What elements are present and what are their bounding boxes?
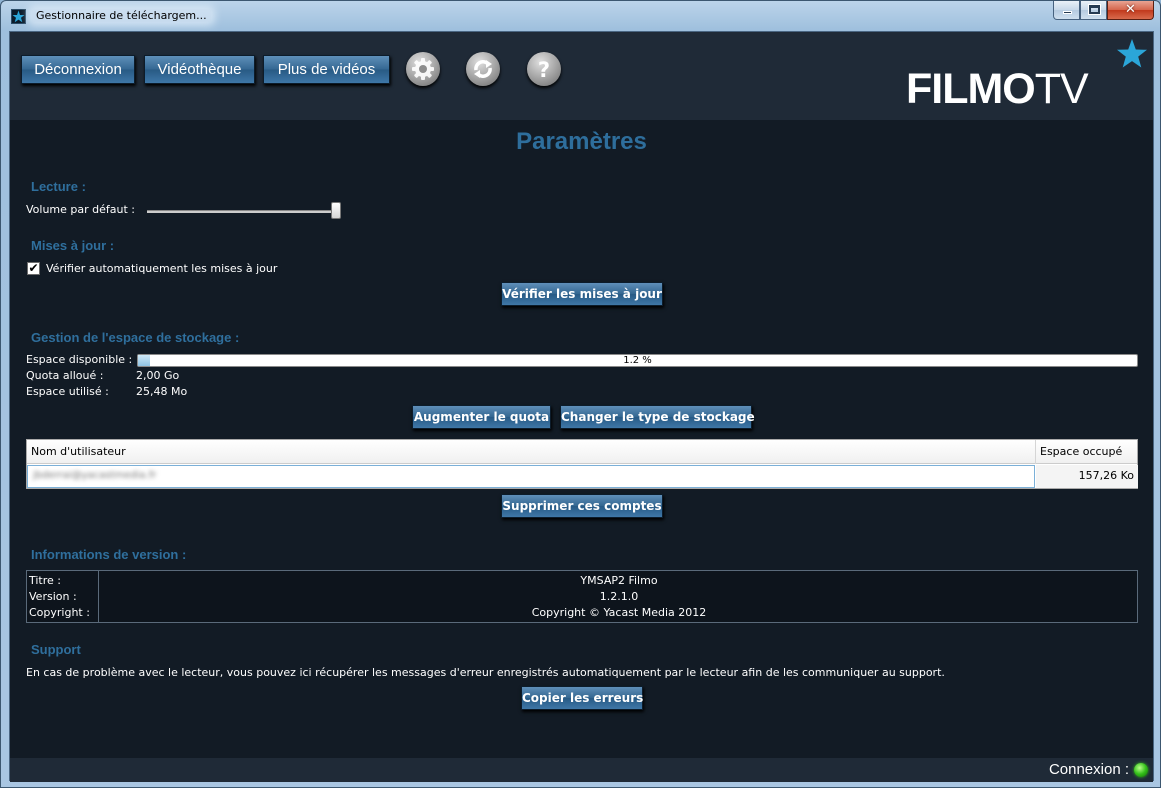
app-window: Gestionnaire de téléchargem... ✕ Déconne…	[0, 0, 1161, 788]
support-description: En cas de problème avec le lecteur, vous…	[26, 666, 945, 679]
close-icon: ✕	[1125, 2, 1136, 17]
connection-status-led-icon	[1134, 763, 1148, 777]
lecture-section-title: Lecture :	[31, 179, 86, 194]
minimize-icon	[1063, 11, 1072, 14]
help-icon[interactable]: ?	[527, 52, 561, 86]
window-title: Gestionnaire de téléchargem...	[32, 9, 211, 22]
version-section-title: Informations de version :	[31, 547, 187, 562]
copy-errors-button[interactable]: Copier les erreurs	[521, 686, 643, 710]
version-number-label: Version :	[29, 590, 77, 603]
svg-text:?: ?	[538, 58, 550, 82]
filmotv-logo: FILMOTV	[903, 62, 1143, 112]
accounts-table: Nom d'utilisateur Espace occupé jbderrai…	[26, 439, 1138, 489]
table-row[interactable]: jbderrai@yacastmedia.fr 157,26 Ko	[27, 465, 1138, 488]
auto-update-label: Vérifier automatiquement les mises à jou…	[46, 262, 278, 275]
checkmark-icon: ✔	[28, 261, 39, 275]
quota-value: 2,00 Go	[136, 369, 180, 382]
header-bar: Déconnexion Vidéothèque Plus de vidéos ?…	[10, 32, 1153, 120]
storage-section-title: Gestion de l'espace de stockage :	[31, 330, 240, 345]
version-number-value: 1.2.1.0	[599, 590, 639, 603]
column-header-space[interactable]: Espace occupé	[1040, 445, 1122, 458]
increase-quota-button[interactable]: Augmenter le quota	[412, 405, 551, 429]
version-title-value: YMSAP2 Filmo	[580, 574, 658, 587]
version-info-table: Titre : Version : Copyright : YMSAP2 Fil…	[26, 570, 1138, 623]
column-separator	[1035, 440, 1036, 464]
version-copyright-label: Copyright :	[29, 606, 90, 619]
updates-section-title: Mises à jour :	[31, 238, 115, 253]
table-cell-space[interactable]: 157,26 Ko	[1036, 465, 1138, 488]
logout-button[interactable]: Déconnexion	[21, 55, 135, 84]
app-star-icon	[11, 9, 26, 24]
table-header: Nom d'utilisateur Espace occupé	[27, 440, 1137, 464]
storage-progress-bar: 1.2 %	[137, 354, 1138, 367]
auto-update-checkbox[interactable]: ✔	[27, 262, 40, 275]
minimize-button[interactable]	[1053, 1, 1080, 20]
check-updates-button[interactable]: Vérifier les mises à jour	[501, 282, 663, 306]
quota-label: Quota alloué :	[26, 369, 104, 382]
volume-label: Volume par défaut :	[26, 203, 136, 216]
page-title: Paramètres	[516, 128, 647, 155]
window-controls: ✕	[1053, 1, 1154, 21]
username-value: jbderrai@yacastmedia.fr	[33, 470, 157, 481]
storage-progress-text: 1.2 %	[623, 355, 652, 366]
connection-status-label: Connexion :	[1048, 761, 1129, 778]
version-title-label: Titre :	[29, 574, 62, 587]
delete-accounts-button[interactable]: Supprimer ces comptes	[501, 494, 663, 518]
refresh-icon[interactable]	[466, 52, 500, 86]
logo-star-icon	[1117, 39, 1147, 68]
table-cell-username[interactable]: jbderrai@yacastmedia.fr	[27, 465, 1035, 488]
available-space-label: Espace disponible :	[26, 353, 133, 366]
volume-slider-thumb[interactable]	[331, 202, 341, 219]
change-storage-type-button[interactable]: Changer le type de stockage	[560, 405, 755, 429]
support-section-title: Support	[31, 642, 81, 657]
close-button[interactable]: ✕	[1107, 1, 1154, 20]
client-area: Déconnexion Vidéothèque Plus de vidéos ?…	[9, 31, 1154, 782]
used-space-value: 25,48 Mo	[136, 385, 188, 398]
version-copyright-value: Copyright © Yacast Media 2012	[531, 606, 707, 619]
logo-light-text: TV	[1034, 65, 1089, 113]
volume-slider-track[interactable]	[147, 210, 335, 213]
more-videos-button[interactable]: Plus de vidéos	[263, 55, 390, 84]
gear-icon[interactable]	[406, 52, 440, 86]
status-bar: Connexion :	[10, 758, 1153, 782]
video-library-button[interactable]: Vidéothèque	[144, 55, 255, 84]
column-header-username[interactable]: Nom d'utilisateur	[31, 445, 126, 458]
title-bar[interactable]: Gestionnaire de téléchargem... ✕	[1, 1, 1160, 31]
logo-bold-text: FILMO	[906, 65, 1036, 113]
maximize-button[interactable]	[1080, 1, 1107, 20]
used-space-label: Espace utilisé :	[26, 385, 109, 398]
maximize-icon	[1088, 4, 1101, 15]
